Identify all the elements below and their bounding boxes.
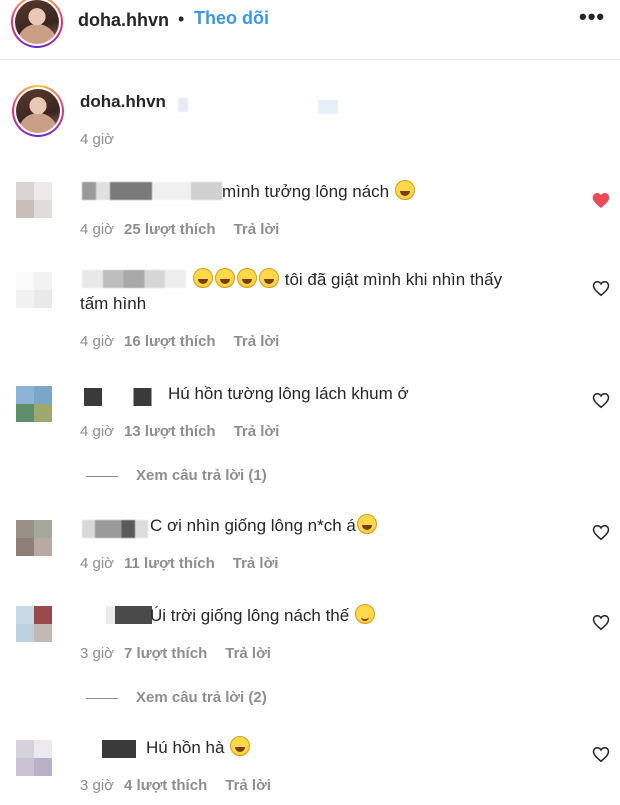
comment-time: 3 giờ xyxy=(80,777,115,794)
heart-filled-icon[interactable] xyxy=(592,192,610,209)
heart-outline-icon[interactable] xyxy=(592,280,610,297)
like-count[interactable]: 13 lượt thích xyxy=(124,423,216,440)
reply-button[interactable]: Trả lời xyxy=(233,555,279,572)
comment-meta: 4 giờ 16 lượt thích Trả lời xyxy=(80,333,279,350)
view-replies-button[interactable]: Xem câu trả lời (1) xyxy=(86,467,267,484)
caption-redacted xyxy=(318,100,338,114)
reply-button[interactable]: Trả lời xyxy=(234,423,280,440)
header-avatar[interactable] xyxy=(11,0,63,48)
heart-outline-icon[interactable] xyxy=(592,614,610,631)
comment-text: Úi trời giống lông nách thế xyxy=(150,604,376,627)
commenter-avatar[interactable] xyxy=(16,520,52,556)
commenter-username-redacted[interactable] xyxy=(82,270,186,288)
comment-text: tôi đã giật mình khi nhìn thấy xyxy=(192,268,502,291)
commenter-username-redacted[interactable] xyxy=(82,520,148,538)
comment-time: 3 giờ xyxy=(80,645,115,662)
laugh-icon xyxy=(237,268,257,288)
reply-button[interactable]: Trả lời xyxy=(234,333,280,350)
comment-meta: 4 giờ 25 lượt thích Trả lời xyxy=(80,221,279,238)
more-options-icon[interactable]: ••• xyxy=(579,4,605,30)
caption-redacted xyxy=(178,98,188,112)
commenter-username-redacted[interactable] xyxy=(106,606,152,624)
comment-text-line2: tấm hình xyxy=(80,294,147,313)
comment-meta: 3 giờ 4 lượt thích Trả lời xyxy=(80,777,271,794)
like-count[interactable]: 7 lượt thích xyxy=(124,645,207,662)
laugh-icon xyxy=(259,268,279,288)
divider-line xyxy=(86,697,118,699)
caption-time: 4 giờ xyxy=(80,131,115,148)
caption-avatar[interactable] xyxy=(12,85,64,137)
comment-time: 4 giờ xyxy=(80,221,115,238)
like-count[interactable]: 25 lượt thích xyxy=(124,221,216,238)
smile-icon xyxy=(354,604,375,624)
commenter-avatar[interactable] xyxy=(16,740,52,776)
comment-meta: 4 giờ 13 lượt thích Trả lời xyxy=(80,423,279,440)
header-username[interactable]: doha.hhvn xyxy=(78,10,169,31)
comment-text: mình tưởng lông nách xyxy=(222,180,416,203)
follow-button[interactable]: Theo dõi xyxy=(194,8,269,29)
heart-outline-icon[interactable] xyxy=(592,392,610,409)
comment-time: 4 giờ xyxy=(80,423,115,440)
laugh-icon xyxy=(193,268,213,288)
commenter-username-redacted[interactable] xyxy=(102,740,136,758)
commenter-username-redacted[interactable] xyxy=(82,182,222,200)
caption-username[interactable]: doha.hhvn xyxy=(80,92,166,112)
like-count[interactable]: 16 lượt thích xyxy=(124,333,216,350)
commenter-avatar[interactable] xyxy=(16,272,52,308)
laugh-icon xyxy=(230,736,251,756)
commenter-avatar[interactable] xyxy=(16,182,52,218)
separator-dot: • xyxy=(178,9,185,29)
sweat-smile-icon xyxy=(356,514,377,534)
laugh-icon xyxy=(215,268,235,288)
commenter-avatar[interactable] xyxy=(16,606,52,642)
comment-text: Hú hồn hà xyxy=(146,736,251,759)
divider-line xyxy=(86,475,118,477)
comment-meta: 3 giờ 7 lượt thích Trả lời xyxy=(80,645,271,662)
comment-time: 4 giờ xyxy=(80,555,115,572)
heart-outline-icon[interactable] xyxy=(592,524,610,541)
laugh-icon xyxy=(394,180,415,200)
comment-text: Hú hồn tường lông lách khum ớ xyxy=(168,384,409,403)
commenter-avatar[interactable] xyxy=(16,386,52,422)
reply-button[interactable]: Trả lời xyxy=(234,221,280,238)
commenter-username-redacted[interactable] xyxy=(84,388,174,406)
view-replies-button[interactable]: Xem câu trả lời (2) xyxy=(86,689,267,706)
comment-text: C ơi nhìn giống lông n*ch á xyxy=(150,514,378,537)
comment-time: 4 giờ xyxy=(80,333,115,350)
like-count[interactable]: 11 lượt thích xyxy=(124,555,215,572)
heart-outline-icon[interactable] xyxy=(592,746,610,763)
reply-button[interactable]: Trả lời xyxy=(225,777,271,794)
reply-button[interactable]: Trả lời xyxy=(225,645,271,662)
like-count[interactable]: 4 lượt thích xyxy=(124,777,207,794)
comment-meta: 4 giờ 11 lượt thích Trả lời xyxy=(80,555,278,572)
post-header: doha.hhvn • Theo dõi ••• xyxy=(0,0,620,60)
